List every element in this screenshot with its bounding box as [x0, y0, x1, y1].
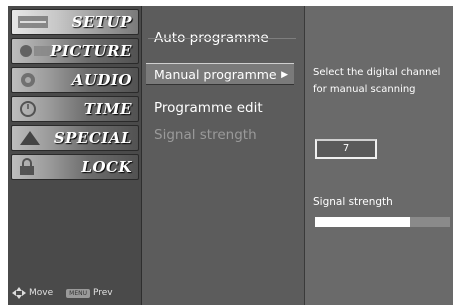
- submenu-item-label: Manual programme: [154, 67, 277, 82]
- navigation-hint: Move MENU Prev: [12, 287, 113, 299]
- setup-icon: [18, 16, 48, 28]
- menu-tab-label: AUDIO: [71, 71, 132, 89]
- menu-tab-label: TIME: [83, 100, 132, 118]
- channel-number-field[interactable]: 7: [315, 139, 377, 159]
- setup-submenu: Auto programme Manual programme ▶ Progra…: [142, 6, 304, 305]
- menu-tab-picture[interactable]: PICTURE: [11, 38, 139, 64]
- menu-key-icon: MENU: [66, 288, 90, 298]
- menu-tab-label: SPECIAL: [53, 129, 132, 147]
- submenu-item-manual-programme[interactable]: Manual programme ▶: [146, 63, 294, 85]
- divider: [148, 38, 296, 39]
- manual-programme-panel: Select the digital channel for manual sc…: [304, 6, 453, 305]
- move-arrows-icon: [12, 287, 26, 299]
- audio-icon: [21, 73, 35, 87]
- submenu-item-programme-edit[interactable]: Programme edit: [154, 100, 263, 116]
- menu-tab-audio[interactable]: AUDIO: [11, 67, 139, 93]
- hint-move-label: Move: [29, 288, 54, 298]
- main-menu: SETUP PICTURE AUDIO TIME SPECIAL LOCK Mo…: [8, 6, 142, 305]
- menu-tab-special[interactable]: SPECIAL: [11, 125, 139, 151]
- menu-tab-setup[interactable]: SETUP: [11, 9, 139, 35]
- signal-strength-fill: [315, 217, 410, 227]
- special-icon: [20, 131, 40, 145]
- tv-menu-screen: SETUP PICTURE AUDIO TIME SPECIAL LOCK Mo…: [8, 6, 453, 305]
- time-icon: [20, 101, 36, 117]
- signal-strength-label: Signal strength: [313, 196, 393, 208]
- menu-tab-lock[interactable]: LOCK: [11, 154, 139, 180]
- arrow-right-icon: ▶: [281, 70, 288, 80]
- panel-description: Select the digital channel for manual sc…: [313, 67, 441, 95]
- menu-tab-label: PICTURE: [50, 42, 132, 60]
- menu-tab-label: SETUP: [71, 13, 132, 31]
- hint-prev-label: Prev: [93, 288, 113, 298]
- submenu-item-signal-strength: Signal strength: [154, 127, 257, 143]
- lock-icon: [20, 158, 34, 175]
- signal-strength-bar: [315, 217, 450, 227]
- menu-tab-label: LOCK: [81, 158, 132, 176]
- menu-tab-time[interactable]: TIME: [11, 96, 139, 122]
